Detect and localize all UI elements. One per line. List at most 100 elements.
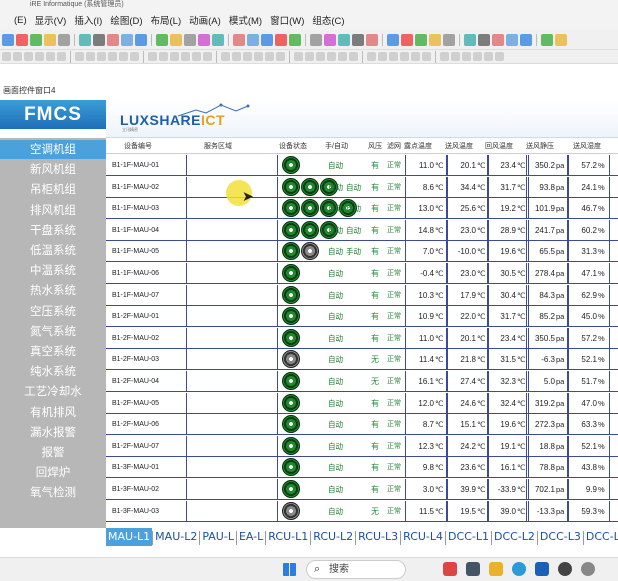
sidebar-item[interactable]: 吊柜机组: [0, 180, 106, 199]
sidebar-item[interactable]: 排风机组: [0, 201, 106, 220]
toolbar-tool-icon[interactable]: [156, 33, 168, 46]
auto-mode-label[interactable]: 自动: [327, 263, 344, 284]
app-icon-6[interactable]: [558, 562, 572, 576]
auto-mode-label[interactable]: 自动: [327, 436, 344, 457]
toolbar-tool-icon[interactable]: [198, 33, 210, 46]
fan-status-icon[interactable]: [282, 242, 300, 261]
sidebar-item[interactable]: 纯水系统: [0, 362, 106, 381]
toolbar-tool-icon[interactable]: [233, 33, 245, 46]
toolbar-tool-icon[interactable]: [16, 33, 28, 46]
sidebar-item[interactable]: 有机排风: [0, 403, 106, 422]
bottom-tab[interactable]: DCC-L: [584, 528, 618, 546]
bottom-tab[interactable]: RCU-L2: [311, 528, 355, 546]
toolbar-tool-icon[interactable]: [310, 33, 322, 46]
bottom-tab[interactable]: MAU-L2: [153, 528, 199, 546]
toolbar-tool-icon[interactable]: [184, 33, 196, 46]
bottom-tab[interactable]: DCC-L2: [492, 528, 537, 546]
menu-item[interactable]: (E): [14, 15, 27, 26]
fan-status-icon[interactable]: [301, 177, 319, 196]
sidebar-item[interactable]: 报警: [0, 443, 106, 462]
toolbar-tool-icon[interactable]: [415, 33, 427, 46]
fan-status-icon[interactable]: [282, 393, 300, 412]
bottom-tab[interactable]: RCU-L4: [401, 528, 445, 546]
fan-status-icon[interactable]: [282, 199, 300, 218]
fan-status-icon[interactable]: [282, 307, 300, 326]
auto-mode-label[interactable]: 自动: [327, 220, 344, 241]
toolbar-tool-icon[interactable]: [464, 33, 476, 46]
menu-item[interactable]: 窗口(W): [270, 13, 304, 27]
sidebar-item[interactable]: 热水系统: [0, 281, 106, 300]
fan-status-icon[interactable]: [282, 350, 300, 369]
sidebar-item[interactable]: 干盘系统: [0, 221, 106, 240]
windows-start-icon[interactable]: [283, 563, 296, 576]
toolbar-tool-icon[interactable]: [212, 33, 224, 46]
sidebar-item[interactable]: 低温系统: [0, 241, 106, 260]
sidebar-item[interactable]: 新风机组: [0, 160, 106, 179]
auto-mode-label[interactable]: 自动: [327, 501, 344, 522]
fan-status-icon[interactable]: [282, 177, 300, 196]
auto-mode-label[interactable]: 自动: [345, 220, 362, 241]
edge-icon[interactable]: [512, 562, 526, 576]
auto-mode-label[interactable]: 自动: [327, 479, 344, 500]
sidebar-item[interactable]: 漏水报警: [0, 423, 106, 442]
fan-status-icon[interactable]: [282, 328, 300, 347]
auto-mode-label[interactable]: 自动: [327, 349, 344, 370]
auto-mode-label[interactable]: 自动: [327, 414, 344, 435]
fan-status-icon[interactable]: [282, 480, 300, 498]
folder-icon[interactable]: [489, 562, 503, 576]
fan-status-icon[interactable]: [282, 372, 300, 390]
toolbar-tool-icon[interactable]: [135, 33, 147, 46]
toolbar-tool-icon[interactable]: [555, 33, 567, 46]
app-icon-2[interactable]: [466, 562, 480, 576]
sidebar-item[interactable]: 回焊炉: [0, 463, 106, 482]
toolbar-tool-icon[interactable]: [492, 33, 504, 46]
auto-mode-label[interactable]: 自动: [327, 328, 344, 349]
menu-item[interactable]: 动画(A): [189, 13, 221, 27]
toolbar-tool-icon[interactable]: [506, 33, 518, 46]
toolbar-tool-icon[interactable]: [107, 33, 119, 46]
auto-mode-label[interactable]: 手动: [345, 241, 362, 262]
toolbar-tool-icon[interactable]: [324, 33, 336, 46]
auto-mode-label[interactable]: 自动: [327, 241, 344, 262]
toolbar-tool-icon[interactable]: [275, 33, 287, 46]
menu-item[interactable]: 布局(L): [151, 13, 182, 27]
menu-item[interactable]: 插入(I): [74, 13, 102, 27]
bottom-tab[interactable]: PAU-L: [200, 528, 236, 546]
toolbar-tool-icon[interactable]: [93, 33, 105, 46]
app-icon-7[interactable]: [581, 562, 595, 576]
toolbar-tool-icon[interactable]: [170, 33, 182, 46]
auto-mode-label[interactable]: 自动: [327, 371, 344, 392]
toolbar-tool-icon[interactable]: [247, 33, 259, 46]
fan-status-icon[interactable]: [282, 285, 300, 304]
toolbar-tool-icon[interactable]: [387, 33, 399, 46]
menu-item[interactable]: 组态(C): [312, 13, 344, 27]
auto-mode-label[interactable]: 自动: [327, 177, 344, 198]
fan-status-icon[interactable]: [282, 458, 300, 477]
toolbar-tool-icon[interactable]: [289, 33, 301, 46]
auto-mode-label[interactable]: 自动: [345, 177, 362, 198]
toolbar-tool-icon[interactable]: [520, 33, 532, 46]
toolbar-tool-icon[interactable]: [121, 33, 133, 46]
bottom-tab[interactable]: EA-L: [237, 528, 265, 546]
auto-mode-label[interactable]: 自动: [327, 198, 344, 219]
sidebar-item[interactable]: 工艺冷却水: [0, 382, 106, 401]
auto-mode-label[interactable]: 自动: [327, 457, 344, 478]
menu-item[interactable]: 显示(V): [35, 13, 67, 27]
toolbar-tool-icon[interactable]: [79, 33, 91, 46]
fan-status-icon[interactable]: [301, 199, 319, 218]
fan-status-icon[interactable]: [282, 415, 300, 434]
fan-status-icon[interactable]: [301, 242, 319, 261]
toolbar-tool-icon[interactable]: [30, 33, 42, 46]
toolbar-tool-icon[interactable]: [352, 33, 364, 46]
fan-status-icon[interactable]: [282, 220, 300, 239]
toolbar-tool-icon[interactable]: [261, 33, 273, 46]
app-icon-5[interactable]: [535, 562, 549, 576]
bottom-tab[interactable]: DCC-L3: [538, 528, 583, 546]
toolbar-tool-icon[interactable]: [429, 33, 441, 46]
app-icon-1[interactable]: [443, 562, 457, 576]
sidebar-item[interactable]: 真空系统: [0, 342, 106, 361]
sidebar-item[interactable]: 空调机组: [0, 140, 106, 159]
toolbar-tool-icon[interactable]: [58, 33, 70, 46]
toolbar-tool-icon[interactable]: [2, 33, 14, 46]
sidebar-item[interactable]: 中温系统: [0, 261, 106, 280]
